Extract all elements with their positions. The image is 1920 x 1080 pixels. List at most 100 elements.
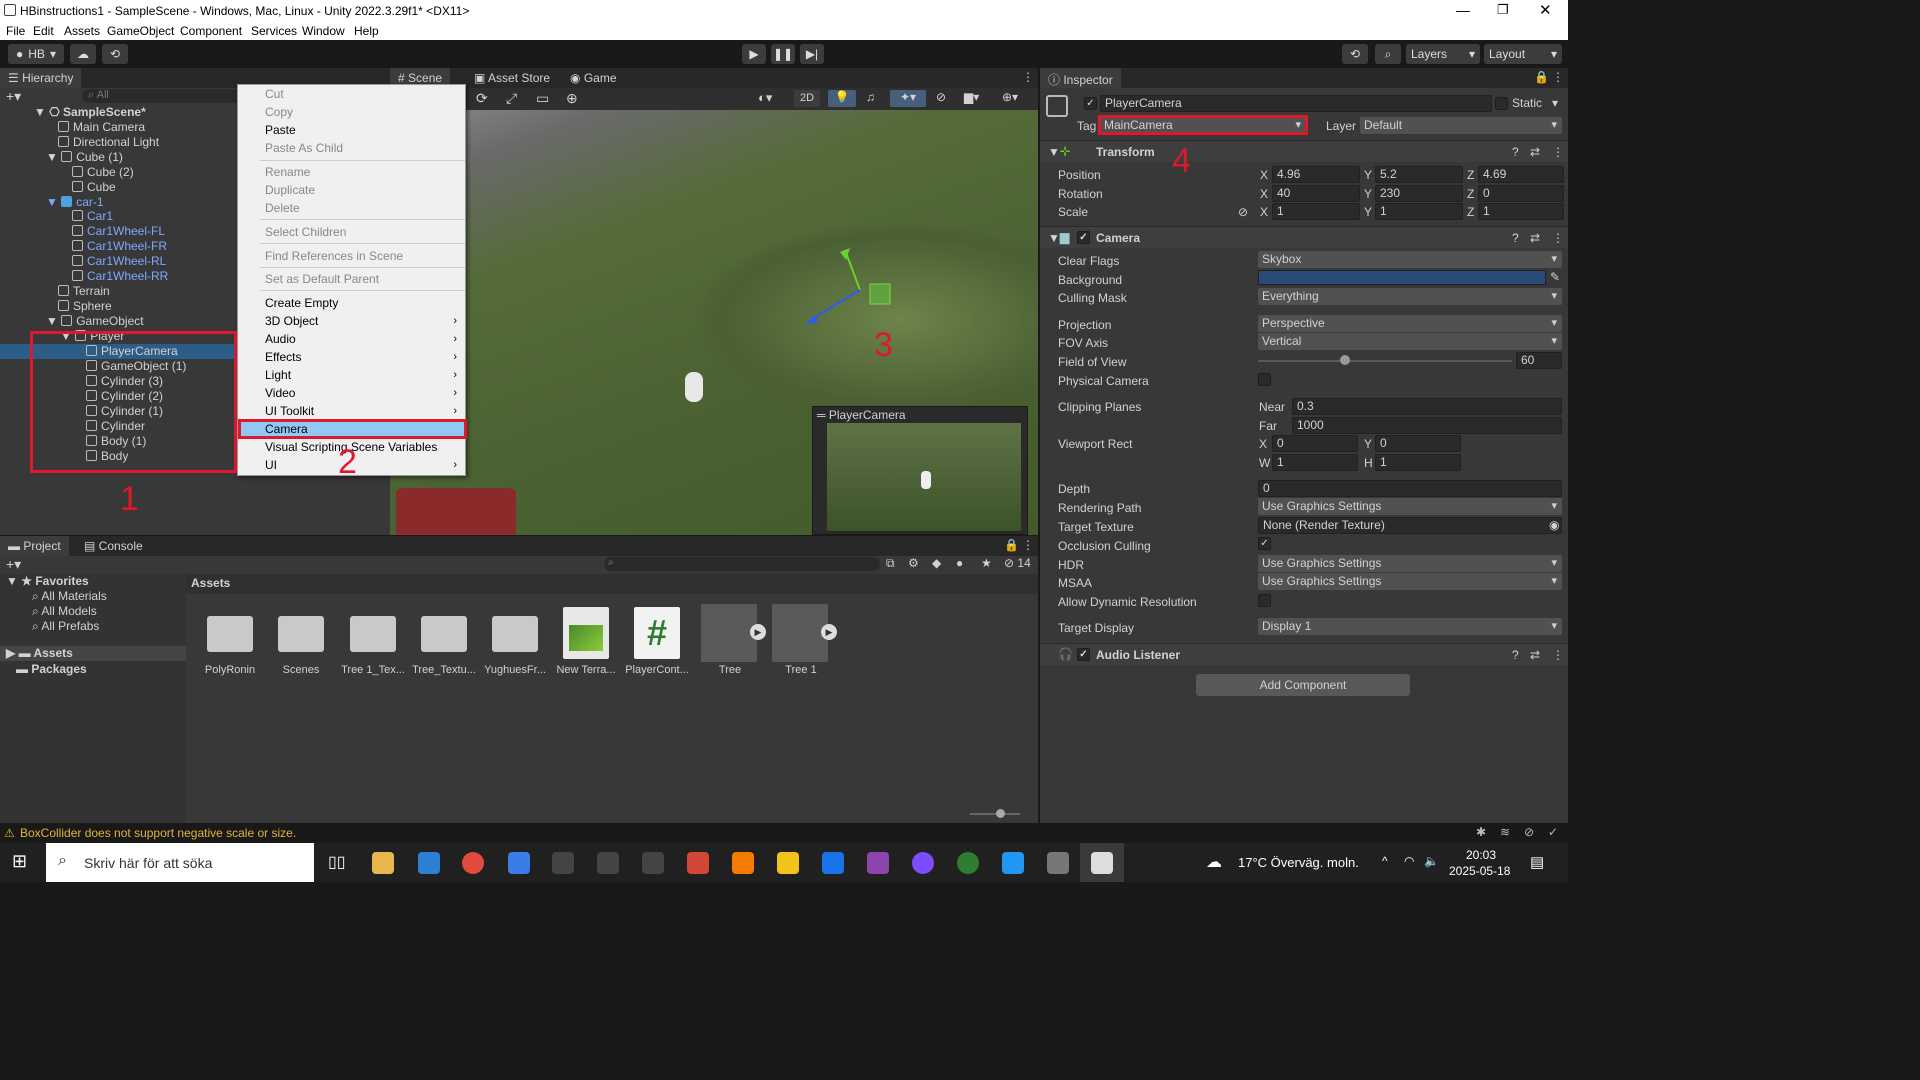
culling-mask-dropdown[interactable]: Everything bbox=[1258, 288, 1562, 305]
menu-item-delete[interactable]: Delete bbox=[238, 199, 465, 217]
prefab-thumbnail[interactable] bbox=[701, 604, 757, 662]
viewport-y-field[interactable]: 0 bbox=[1375, 435, 1461, 452]
folder-icon[interactable] bbox=[350, 616, 396, 652]
transform-header[interactable]: ▼ ⊹ Transform ? ⇄ ⋮ bbox=[1040, 140, 1568, 162]
visual-studio-icon[interactable] bbox=[867, 852, 889, 874]
notifications-icon[interactable]: ▤ bbox=[1530, 853, 1544, 871]
clock-date[interactable]: 2025-05-18 bbox=[1449, 864, 1510, 878]
folder-icon[interactable] bbox=[207, 616, 253, 652]
link-scale-icon[interactable]: ⊘ bbox=[1238, 205, 1248, 219]
app-e-icon[interactable] bbox=[552, 852, 574, 874]
account-button[interactable]: ● HB ▾ bbox=[8, 44, 64, 64]
background-color-field[interactable] bbox=[1258, 270, 1546, 285]
menu-item-3d-object[interactable]: 3D Object › bbox=[238, 312, 465, 330]
layers-dropdown[interactable]: Layers ▾ bbox=[1406, 44, 1480, 64]
more-icon[interactable]: ⋮ bbox=[1022, 538, 1034, 552]
physical-camera-checkbox[interactable] bbox=[1258, 373, 1271, 386]
camera-enabled-checkbox[interactable]: ✓ bbox=[1077, 231, 1090, 244]
position-z-field[interactable]: 4.69 bbox=[1478, 166, 1564, 183]
preset-icon[interactable]: ⇄ bbox=[1530, 145, 1540, 159]
viewport-h-field[interactable]: 1 bbox=[1375, 454, 1461, 471]
wifi-icon[interactable]: ◠ bbox=[1404, 854, 1414, 868]
effects-icon[interactable]: ✦▾ bbox=[890, 90, 926, 107]
scale-tool-icon[interactable]: ⤢ bbox=[506, 90, 517, 107]
step-icon[interactable]: ▶| bbox=[800, 44, 824, 64]
preset-icon[interactable]: ⇄ bbox=[1530, 648, 1540, 662]
app-orange-icon[interactable] bbox=[732, 852, 754, 874]
menu-item-create-empty[interactable]: Create Empty bbox=[238, 294, 465, 312]
app-grid-icon[interactable] bbox=[777, 852, 799, 874]
far-field[interactable]: 1000 bbox=[1292, 417, 1562, 434]
position-y-field[interactable]: 5.2 bbox=[1375, 166, 1463, 183]
vscode-icon[interactable] bbox=[1002, 852, 1024, 874]
search-by-type-icon[interactable]: ⧉ bbox=[886, 556, 895, 571]
breadcrumb[interactable]: Assets bbox=[186, 574, 1038, 594]
zoom-slider-track[interactable] bbox=[970, 813, 1020, 815]
fov-value-field[interactable]: 60 bbox=[1516, 352, 1562, 369]
history-icon[interactable]: ⟲ bbox=[1342, 44, 1368, 64]
minimize-icon[interactable]: — bbox=[1456, 2, 1470, 18]
create-icon[interactable]: +▾ bbox=[6, 556, 21, 573]
hierarchy-search[interactable]: ⌕ All bbox=[82, 89, 242, 103]
hdr-dropdown[interactable]: Use Graphics Settings bbox=[1258, 555, 1562, 572]
more-icon[interactable]: ⋮ bbox=[1552, 70, 1564, 84]
menu-help[interactable]: Help bbox=[354, 24, 379, 38]
play-icon[interactable]: ▶ bbox=[742, 44, 766, 64]
fav-all-models[interactable]: ⌕ All Models bbox=[32, 604, 97, 619]
scale-y-field[interactable]: 1 bbox=[1375, 203, 1463, 220]
expand-prefab-icon[interactable]: ▶ bbox=[750, 624, 766, 640]
menu-window[interactable]: Window bbox=[302, 24, 345, 38]
search-icon[interactable]: ⌕ bbox=[1375, 44, 1401, 64]
menu-item-paste-as-child[interactable]: Paste As Child bbox=[238, 139, 465, 157]
transform-tool-icon[interactable]: ⊕ bbox=[566, 90, 578, 107]
lock-icon[interactable]: 🔒 bbox=[1534, 70, 1549, 84]
layout-dropdown[interactable]: Layout ▾ bbox=[1484, 44, 1562, 64]
msaa-dropdown[interactable]: Use Graphics Settings bbox=[1258, 573, 1562, 590]
audio-listener-header[interactable]: 🎧 ✓ Audio Listener ? ⇄ ⋮ bbox=[1040, 643, 1568, 665]
menu-item-find-references[interactable]: Find References in Scene bbox=[238, 247, 465, 265]
cache-icon[interactable]: ≋ bbox=[1500, 825, 1510, 839]
menu-gameobject[interactable]: GameObject bbox=[107, 24, 174, 38]
tab-hierarchy[interactable]: ☰ Hierarchy bbox=[0, 68, 82, 88]
target-display-dropdown[interactable]: Display 1 bbox=[1258, 618, 1562, 635]
project-search[interactable]: ⌕ bbox=[604, 557, 880, 571]
check-icon[interactable]: ✓ bbox=[1548, 825, 1558, 839]
occlusion-culling-checkbox[interactable]: ✓ bbox=[1258, 537, 1271, 550]
player-model[interactable] bbox=[685, 372, 703, 402]
fov-axis-dropdown[interactable]: Vertical bbox=[1258, 333, 1562, 350]
scene-viewport[interactable]: 3 ═ PlayerCamera bbox=[390, 110, 1038, 535]
packages-item[interactable]: ▬ Packages bbox=[6, 662, 87, 676]
warning-filter-icon[interactable]: ● bbox=[956, 556, 963, 570]
rotation-z-field[interactable]: 0 bbox=[1478, 185, 1564, 202]
fov-slider-track[interactable] bbox=[1258, 360, 1512, 362]
collab-icon[interactable]: ⟲ bbox=[102, 44, 128, 64]
app-u-icon[interactable] bbox=[597, 852, 619, 874]
tray-chevron-icon[interactable]: ^ bbox=[1382, 854, 1388, 868]
unity-editor-taskbar-button[interactable] bbox=[1080, 843, 1124, 882]
help-icon[interactable]: ? bbox=[1512, 648, 1519, 662]
menu-assets[interactable]: Assets bbox=[64, 24, 100, 38]
menu-item-audio[interactable]: Audio › bbox=[238, 330, 465, 348]
script-asset-icon[interactable]: # bbox=[634, 607, 680, 659]
projection-dropdown[interactable]: Perspective bbox=[1258, 315, 1562, 332]
menu-item-set-default-parent[interactable]: Set as Default Parent bbox=[238, 270, 465, 288]
scale-x-field[interactable]: 1 bbox=[1272, 203, 1360, 220]
help-icon[interactable]: ? bbox=[1512, 231, 1519, 245]
bug-icon[interactable]: ✱ bbox=[1476, 825, 1486, 839]
menu-edit[interactable]: Edit bbox=[33, 24, 54, 38]
active-checkbox[interactable]: ✓ bbox=[1084, 97, 1097, 110]
layer-dropdown[interactable]: Default bbox=[1360, 117, 1562, 134]
menu-item-rename[interactable]: Rename bbox=[238, 163, 465, 181]
fav-all-materials[interactable]: ⌕ All Materials bbox=[32, 589, 107, 604]
app-c-icon[interactable] bbox=[822, 852, 844, 874]
gizmos-icon[interactable]: ⊕▾ bbox=[1002, 90, 1018, 104]
add-icon[interactable]: +▾ bbox=[6, 88, 21, 105]
menu-item-light[interactable]: Light › bbox=[238, 366, 465, 384]
volume-icon[interactable]: 🔈 bbox=[1424, 854, 1439, 868]
menu-component[interactable]: Component bbox=[180, 24, 242, 38]
depth-field[interactable]: 0 bbox=[1258, 480, 1562, 497]
fov-slider-handle[interactable] bbox=[1340, 355, 1350, 365]
audio-toggle-icon[interactable]: ♫ bbox=[866, 90, 875, 104]
folder-icon[interactable] bbox=[421, 616, 467, 652]
clock-time[interactable]: 20:03 bbox=[1466, 848, 1496, 862]
